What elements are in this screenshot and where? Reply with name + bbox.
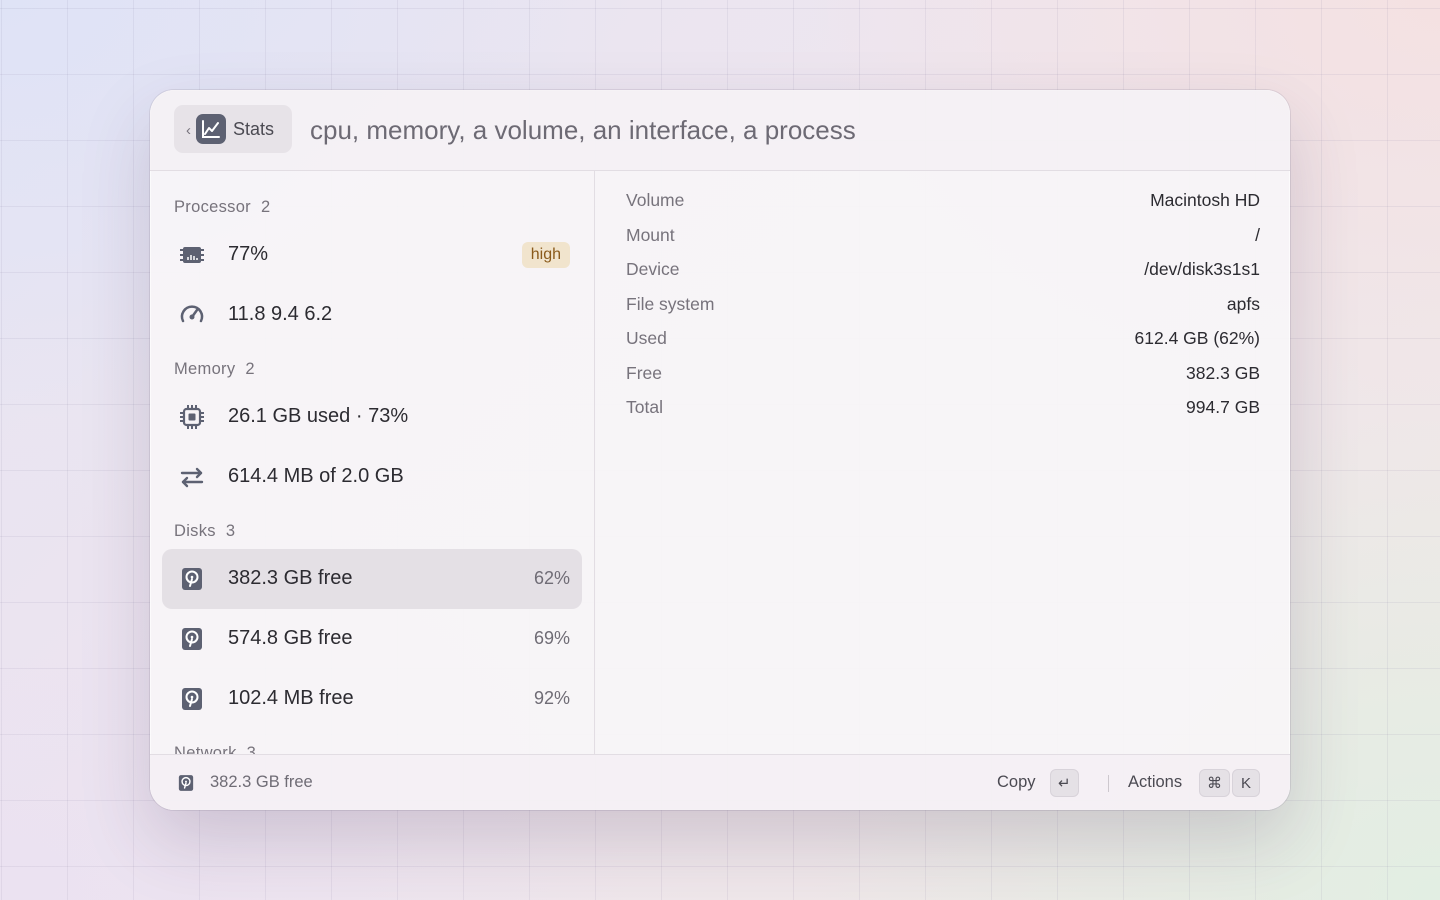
metadata-row-total: Total 994.7 GB: [626, 397, 1260, 425]
list-item-label: 574.8 GB free: [228, 627, 353, 649]
divider: [1108, 775, 1109, 792]
list-item-memory-used[interactable]: 26.1 GB used · 73%: [162, 387, 582, 447]
speedometer-icon: [178, 301, 206, 329]
detail-panel: Volume Macintosh HD Mount / Device /dev/…: [595, 171, 1290, 754]
memory-chip-icon: [178, 403, 206, 431]
copy-button[interactable]: Copy: [997, 773, 1036, 792]
metadata-row-free: Free 382.3 GB: [626, 363, 1260, 391]
section-count: 3: [225, 522, 236, 540]
return-key-shortcut: ↵: [1050, 769, 1079, 797]
section-header-processor: Processor 2: [174, 198, 270, 217]
section-count: 2: [260, 198, 271, 216]
selected-item-title: 382.3 GB free: [210, 773, 313, 791]
swap-arrows-icon: [178, 463, 206, 491]
metadata-value: 994.7 GB: [1186, 397, 1260, 417]
k-key-shortcut: K: [1232, 769, 1260, 797]
metadata-row-file-system: File system apfs: [626, 294, 1260, 322]
results-list: Processor 2 77% high 11.8 9.4 6.2 Memory…: [150, 171, 595, 754]
command-key-shortcut: ⌘: [1199, 769, 1230, 797]
hard-disk-icon: [178, 685, 206, 713]
metadata-value: 612.4 GB (62%): [1134, 328, 1260, 348]
actions-button[interactable]: Actions: [1128, 773, 1182, 792]
metadata-key: Mount: [626, 225, 675, 245]
metadata-row-volume: Volume Macintosh HD: [626, 190, 1260, 218]
list-item-accessory: 69%: [533, 628, 570, 648]
metadata-row-mount: Mount /: [626, 225, 1260, 253]
status-badge: high: [521, 242, 570, 268]
metadata-row-used: Used 612.4 GB (62%): [626, 328, 1260, 356]
stats-chart-icon: [196, 114, 226, 144]
search-bar: ‹ Stats: [150, 90, 1290, 171]
list-item-disk-1[interactable]: 382.3 GB free 62%: [162, 549, 582, 609]
metadata-key: Free: [626, 363, 662, 383]
section-title: Memory: [174, 360, 236, 378]
list-item-label: 77%: [228, 243, 269, 265]
section-title: Network: [174, 744, 237, 754]
list-item-swap[interactable]: 614.4 MB of 2.0 GB: [162, 447, 582, 507]
hard-disk-icon: [176, 773, 196, 793]
metadata-key: Total: [626, 397, 663, 417]
metadata-value: apfs: [1226, 294, 1260, 314]
metadata-value: 382.3 GB: [1186, 363, 1260, 383]
list-item-disk-3[interactable]: 102.4 MB free 92%: [162, 669, 582, 729]
section-title: Processor: [174, 198, 251, 216]
extension-name: Stats: [233, 118, 275, 139]
metadata-value: /dev/disk3s1s1: [1144, 259, 1260, 279]
hard-disk-icon: [178, 565, 206, 593]
metadata-value: /: [1255, 225, 1260, 245]
metadata-value: Macintosh HD: [1150, 190, 1260, 210]
list-item-label: 26.1 GB used · 73%: [228, 405, 409, 427]
list-item-cpu-usage[interactable]: 77% high: [162, 225, 582, 285]
section-title: Disks: [174, 522, 216, 540]
metadata-row-device: Device /dev/disk3s1s1: [626, 259, 1260, 287]
metadata-key: File system: [626, 294, 715, 314]
chevron-left-icon: ‹: [186, 121, 191, 139]
section-count: 2: [245, 360, 255, 378]
list-item-label: 11.8 9.4 6.2: [228, 303, 333, 325]
section-header-network: Network 3: [174, 744, 256, 754]
metadata-key: Used: [626, 328, 667, 348]
cpu-chip-icon: [178, 241, 206, 269]
metadata-key: Volume: [626, 190, 685, 210]
action-bar: 382.3 GB free Copy ↵ Actions ⌘ K: [150, 754, 1290, 810]
back-button[interactable]: ‹ Stats: [174, 105, 292, 153]
list-item-label: 614.4 MB of 2.0 GB: [228, 465, 404, 487]
list-item-label: 102.4 MB free: [228, 687, 354, 709]
list-item-load-average[interactable]: 11.8 9.4 6.2: [162, 285, 582, 345]
search-input[interactable]: [310, 110, 1210, 150]
launcher-window: ‹ Stats Processor 2: [150, 90, 1290, 810]
list-item-accessory: 92%: [533, 688, 570, 708]
list-item-disk-2[interactable]: 574.8 GB free 69%: [162, 609, 582, 669]
metadata-key: Device: [626, 259, 680, 279]
list-item-label: 382.3 GB free: [228, 567, 353, 589]
hard-disk-icon: [178, 625, 206, 653]
section-count: 3: [246, 744, 257, 754]
section-header-disks: Disks 3: [174, 522, 235, 541]
list-item-accessory: 62%: [533, 568, 570, 588]
section-header-memory: Memory 2: [174, 360, 255, 379]
